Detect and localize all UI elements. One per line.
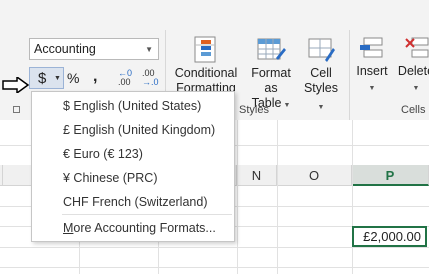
cell-styles-button[interactable]: Cell Styles ▼	[300, 36, 342, 115]
gridline	[352, 120, 353, 274]
number-format-combo[interactable]: Accounting ▼	[29, 38, 159, 60]
increase-decimal-bottom: .00	[118, 77, 131, 87]
menu-item-chf[interactable]: CHF French (Switzerland)	[63, 195, 207, 209]
gridline	[0, 267, 429, 268]
menu-item-gbp[interactable]: £ English (United Kingdom)	[63, 123, 215, 137]
column-header-n[interactable]: N	[237, 165, 277, 186]
cell-styles-icon	[308, 38, 335, 62]
gridline	[277, 120, 278, 274]
conditional-formatting-icon	[194, 36, 216, 63]
delete-label: Delete	[397, 64, 429, 78]
insert-cells-button[interactable]: Insert ▼	[353, 34, 391, 96]
menu-item-usd[interactable]: $ English (United States)	[63, 99, 201, 113]
column-header-o[interactable]: O	[277, 165, 352, 186]
conditional-formatting-label: Conditional	[174, 66, 238, 80]
percent-style-button[interactable]: %	[67, 70, 79, 86]
cell-styles-label-2: Styles	[303, 81, 339, 95]
delete-cells-button[interactable]: Delete ▼	[396, 34, 429, 96]
more-accounting-formats-item[interactable]: More Accounting Formats...	[63, 221, 216, 235]
dialog-launcher-icon[interactable]	[13, 106, 20, 113]
menu-item-eur[interactable]: € Euro (€ 123)	[63, 147, 143, 161]
gridline	[237, 120, 238, 274]
format-as-table-icon	[257, 38, 286, 60]
format-as-table-button[interactable]: Format as Table ▼	[243, 36, 299, 113]
chevron-down-icon[interactable]: ▼	[54, 75, 61, 82]
number-format-value: Accounting	[34, 42, 96, 56]
comma-style-button[interactable]: ,	[93, 68, 97, 86]
more-accounting-formats-accel: M	[63, 221, 74, 235]
chevron-down-icon[interactable]: ▼	[145, 45, 153, 54]
gridline	[0, 247, 429, 248]
cells-group-label: Cells	[401, 104, 426, 116]
insert-cells-icon	[360, 37, 383, 58]
menu-item-cny[interactable]: ¥ Chinese (PRC)	[63, 171, 157, 185]
decrease-decimal-bottom: →.0	[142, 77, 159, 87]
dollar-icon: $	[38, 70, 47, 87]
pointer-arrow-icon	[2, 77, 30, 93]
accounting-format-button[interactable]: $ ▼	[29, 67, 64, 89]
increase-decimal-button[interactable]: ←0 .00	[118, 69, 132, 87]
column-header-p[interactable]: P	[352, 165, 429, 186]
more-accounting-formats-label: ore Accounting Formats...	[73, 221, 216, 235]
active-cell[interactable]: £2,000.00	[352, 226, 427, 247]
group-divider	[349, 30, 350, 120]
cell-styles-label: Cell	[310, 66, 332, 80]
insert-label: Insert	[356, 64, 388, 78]
delete-cells-icon	[405, 37, 429, 58]
styles-group-label: Styles	[239, 104, 269, 116]
menu-separator	[62, 214, 232, 215]
decrease-decimal-button[interactable]: .00 →.0	[142, 69, 159, 87]
accounting-format-menu: $ English (United States) £ English (Uni…	[31, 91, 235, 242]
format-as-table-label: Format as	[251, 66, 291, 95]
